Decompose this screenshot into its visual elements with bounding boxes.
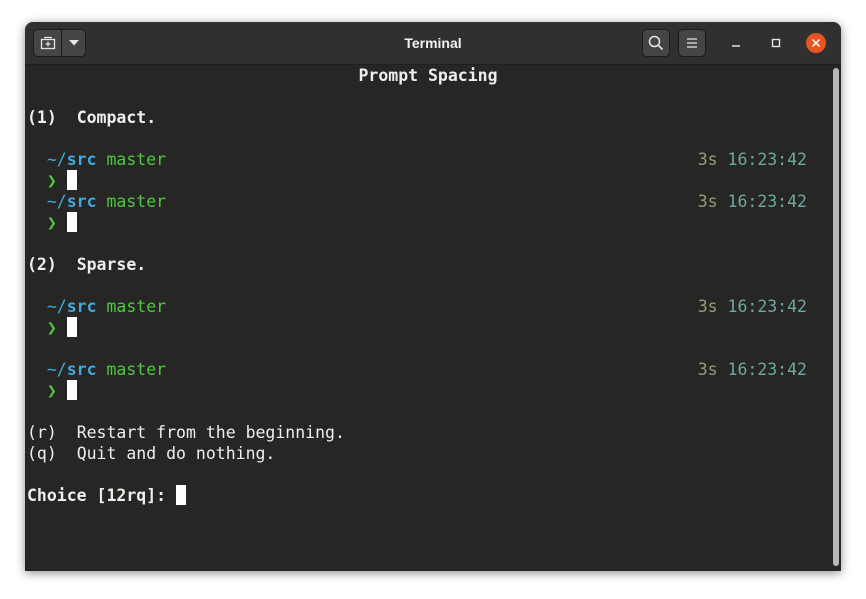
search-button[interactable] — [642, 29, 670, 57]
prompt-chevron: ❯ — [46, 318, 57, 337]
prompt-input-line: ❯ — [27, 212, 77, 233]
prompt-dir: src — [66, 360, 97, 379]
option-1-key: (1) — [27, 108, 57, 127]
option-2: (2) Sparse. — [27, 254, 146, 275]
option-q-label: Quit and do nothing. — [76, 444, 276, 463]
close-icon — [811, 38, 821, 48]
minimize-icon — [732, 45, 740, 47]
prompt-right-info: 3s 16:23:42 — [698, 359, 807, 380]
minimize-button[interactable] — [726, 33, 746, 53]
prompt-duration: 3s — [697, 192, 718, 211]
prompt-time: 16:23:42 — [727, 150, 807, 169]
prompt-duration: 3s — [697, 150, 718, 169]
prompt-time: 16:23:42 — [727, 192, 807, 211]
new-tab-button[interactable] — [34, 30, 62, 56]
hamburger-menu-icon — [687, 38, 697, 48]
new-tab-dropdown-button[interactable] — [62, 30, 85, 56]
prompt-input-line: ❯ — [27, 317, 77, 338]
new-tab-button-group — [33, 29, 86, 57]
prompt-dir: src — [66, 192, 97, 211]
prompt-tilde: ~/ — [46, 297, 67, 316]
option-r-label: Restart from the beginning. — [76, 423, 345, 442]
menu-button[interactable] — [678, 29, 706, 57]
new-tab-icon — [40, 36, 55, 50]
chevron-down-icon — [69, 40, 79, 46]
prompt-time: 16:23:42 — [727, 360, 807, 379]
prompt-branch: master — [106, 150, 167, 169]
prompt-path-line: ~/src master — [27, 296, 166, 317]
prompt-branch: master — [106, 192, 167, 211]
option-r: (r) Restart from the beginning. — [27, 422, 345, 443]
search-icon — [648, 35, 664, 51]
prompt-time: 16:23:42 — [727, 297, 807, 316]
option-q-key: (q) — [27, 444, 57, 463]
option-2-key: (2) — [27, 255, 57, 274]
option-2-label: Sparse. — [76, 255, 147, 274]
cursor — [176, 485, 187, 505]
cursor — [66, 317, 77, 337]
scrollbar-thumb[interactable] — [833, 68, 839, 566]
prompt-duration: 3s — [697, 297, 718, 316]
title-bar: Terminal — [25, 22, 841, 65]
maximize-button[interactable] — [766, 33, 786, 53]
prompt-branch: master — [106, 297, 167, 316]
prompt-dir: src — [66, 150, 97, 169]
prompt-tilde: ~/ — [46, 150, 67, 169]
prompt-right-info: 3s 16:23:42 — [698, 191, 807, 212]
prompt-duration: 3s — [697, 360, 718, 379]
prompt-right-info: 3s 16:23:42 — [698, 296, 807, 317]
prompt-chevron: ❯ — [46, 171, 57, 190]
prompt-chevron: ❯ — [46, 213, 57, 232]
cursor — [66, 380, 77, 400]
prompt-path-line: ~/src master — [27, 149, 166, 170]
option-1-label: Compact. — [76, 108, 157, 127]
option-1: (1) Compact. — [27, 107, 156, 128]
prompt-dir: src — [66, 297, 97, 316]
prompt-chevron: ❯ — [46, 381, 57, 400]
scrollbar[interactable] — [831, 65, 841, 571]
close-button[interactable] — [806, 33, 826, 53]
prompt-input-line: ❯ — [27, 170, 77, 191]
prompt-tilde: ~/ — [46, 360, 67, 379]
window-title: Terminal — [404, 35, 462, 51]
choice-line[interactable]: Choice [12rq]: — [27, 485, 187, 506]
terminal-window: Terminal Prompt Spacing (1) Compact. ~/s… — [25, 22, 841, 571]
prompt-path-line: ~/src master — [27, 191, 166, 212]
option-q: (q) Quit and do nothing. — [27, 443, 275, 464]
choice-prompt: Choice [12rq]: — [27, 486, 177, 505]
prompt-input-line: ❯ — [27, 380, 77, 401]
prompt-tilde: ~/ — [46, 192, 67, 211]
maximize-icon — [771, 38, 781, 48]
option-r-key: (r) — [27, 423, 57, 442]
cursor — [66, 212, 77, 232]
prompt-branch: master — [106, 360, 167, 379]
prompt-path-line: ~/src master — [27, 359, 166, 380]
terminal-output[interactable]: Prompt Spacing (1) Compact. ~/src master… — [25, 65, 831, 571]
prompt-right-info: 3s 16:23:42 — [698, 149, 807, 170]
cursor — [66, 170, 77, 190]
heading: Prompt Spacing — [358, 66, 498, 85]
